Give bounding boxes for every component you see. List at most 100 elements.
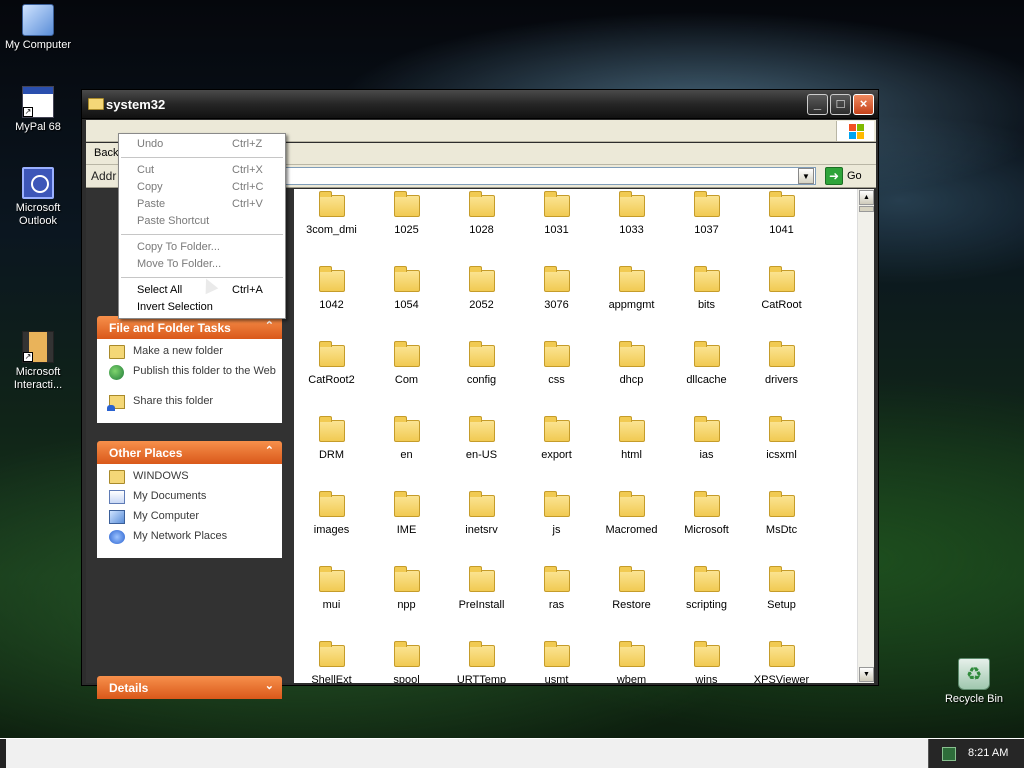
panel-header[interactable]: Other Places ⌃ <box>97 441 282 464</box>
folder-item[interactable]: XPSViewer <box>744 641 819 683</box>
folder-icon <box>543 191 570 217</box>
back-button[interactable]: Back <box>94 147 118 159</box>
scroll-thumb[interactable] <box>859 206 874 212</box>
desktop-icon-label: MyPal 68 <box>15 121 61 133</box>
menu-item-label: Select All <box>137 284 183 296</box>
folder-item[interactable]: spool <box>369 641 444 683</box>
folder-item[interactable]: MsDtc <box>744 491 819 536</box>
task-make-new-folder[interactable]: Make a new folder <box>109 345 282 365</box>
folder-item[interactable]: images <box>294 491 369 536</box>
folder-item[interactable]: 1054 <box>369 266 444 311</box>
place-my-documents[interactable]: My Documents <box>109 490 282 510</box>
folder-label: images <box>313 524 350 536</box>
folder-item[interactable]: 1042 <box>294 266 369 311</box>
go-button[interactable]: ➜ Go <box>825 167 865 186</box>
folder-label: dllcache <box>686 374 727 386</box>
tray-network-icon[interactable] <box>942 747 956 761</box>
desktop-icon-microsoft-interactive[interactable]: ↗ Microsoft Interacti... <box>0 331 76 392</box>
folder-item[interactable]: Macromed <box>594 491 669 536</box>
folder-item[interactable]: npp <box>369 566 444 611</box>
desktop-icon-my-computer[interactable]: My Computer <box>0 4 76 52</box>
minimize-button[interactable]: _ <box>807 94 828 115</box>
folder-item[interactable]: 3com_dmi <box>294 191 369 236</box>
folder-icon <box>88 98 104 110</box>
scroll-down-icon[interactable]: ▼ <box>859 667 874 682</box>
folder-item[interactable]: en <box>369 416 444 461</box>
menu-separator <box>121 234 283 235</box>
folder-label: 3076 <box>544 299 569 311</box>
menu-item-label: Move To Folder... <box>137 258 222 270</box>
folder-item[interactable]: ias <box>669 416 744 461</box>
place-label: My Documents <box>133 490 207 502</box>
folder-item[interactable]: Setup <box>744 566 819 611</box>
collapse-chevron-icon[interactable]: ⌃ <box>265 319 274 332</box>
folder-item[interactable]: URTTemp <box>444 641 519 683</box>
folder-item[interactable]: 1031 <box>519 191 594 236</box>
folder-item[interactable]: PreInstall <box>444 566 519 611</box>
folder-item[interactable]: bits <box>669 266 744 311</box>
folder-item[interactable]: scripting <box>669 566 744 611</box>
folder-item[interactable]: export <box>519 416 594 461</box>
folder-item[interactable]: config <box>444 341 519 386</box>
place-my-computer[interactable]: My Computer <box>109 510 282 530</box>
vertical-scrollbar[interactable]: ▲ ▼ <box>857 189 874 683</box>
scroll-up-icon[interactable]: ▲ <box>859 190 874 205</box>
folder-item[interactable]: Restore <box>594 566 669 611</box>
folder-item[interactable]: 1037 <box>669 191 744 236</box>
folder-item[interactable]: Microsoft <box>669 491 744 536</box>
task-publish-to-web[interactable]: Publish this folder to the Web <box>109 365 282 395</box>
folder-item[interactable]: mui <box>294 566 369 611</box>
folder-item[interactable]: usmt <box>519 641 594 683</box>
folder-label: html <box>621 449 642 461</box>
folder-item[interactable]: IME <box>369 491 444 536</box>
place-windows[interactable]: WINDOWS <box>109 470 282 490</box>
folder-item[interactable]: drivers <box>744 341 819 386</box>
folder-item[interactable]: dllcache <box>669 341 744 386</box>
address-dropdown-icon[interactable]: ▼ <box>798 168 814 184</box>
folder-item[interactable]: icsxml <box>744 416 819 461</box>
folder-icon <box>618 491 645 517</box>
folder-item[interactable]: 1028 <box>444 191 519 236</box>
folder-label: XPSViewer <box>753 674 810 683</box>
folder-item[interactable]: css <box>519 341 594 386</box>
folder-icon <box>693 641 720 667</box>
folder-item[interactable]: CatRoot <box>744 266 819 311</box>
task-share-folder[interactable]: Share this folder <box>107 395 282 415</box>
folder-item[interactable]: html <box>594 416 669 461</box>
folder-item[interactable]: 1025 <box>369 191 444 236</box>
folder-item[interactable]: js <box>519 491 594 536</box>
folder-item[interactable]: appmgmt <box>594 266 669 311</box>
desktop-icon-outlook[interactable]: Microsoft Outlook <box>0 167 76 228</box>
title-bar[interactable]: system32 _ □ × <box>82 90 878 119</box>
folder-item[interactable]: inetsrv <box>444 491 519 536</box>
maximize-button[interactable]: □ <box>830 94 851 115</box>
folder-item[interactable]: ShellExt <box>294 641 369 683</box>
panel-header[interactable]: File and Folder Tasks ⌃ <box>97 316 282 339</box>
folder-item[interactable]: 1041 <box>744 191 819 236</box>
close-button[interactable]: × <box>853 94 874 115</box>
menu-item-label: Paste Shortcut <box>137 215 210 227</box>
folder-item[interactable]: en-US <box>444 416 519 461</box>
folder-item[interactable]: dhcp <box>594 341 669 386</box>
folder-icon <box>768 266 795 292</box>
menu-item-label: Undo <box>137 138 164 150</box>
folder-item[interactable]: ras <box>519 566 594 611</box>
folder-item[interactable]: CatRoot2 <box>294 341 369 386</box>
folder-item[interactable]: wbem <box>594 641 669 683</box>
file-list: 3com_dmi 1025 1028 1031 1033 1037 1041 1042 1054… <box>294 189 857 683</box>
folder-item[interactable]: DRM <box>294 416 369 461</box>
new-folder-icon <box>109 345 125 359</box>
expand-chevron-icon[interactable]: ⌄ <box>265 679 274 692</box>
collapse-chevron-icon[interactable]: ⌃ <box>265 444 274 457</box>
start-area[interactable] <box>0 739 6 768</box>
place-my-network-places[interactable]: My Network Places <box>109 530 282 550</box>
panel-header[interactable]: Details ⌄ <box>97 676 282 699</box>
folder-item[interactable]: 2052 <box>444 266 519 311</box>
folder-item[interactable]: Com <box>369 341 444 386</box>
folder-item[interactable]: 1033 <box>594 191 669 236</box>
desktop-icon-mypal[interactable]: ↗ MyPal 68 <box>0 86 76 134</box>
folder-item[interactable]: wins <box>669 641 744 683</box>
desktop-icon-recycle-bin[interactable]: Recycle Bin <box>936 658 1012 706</box>
folder-icon <box>468 641 495 667</box>
folder-item[interactable]: 3076 <box>519 266 594 311</box>
